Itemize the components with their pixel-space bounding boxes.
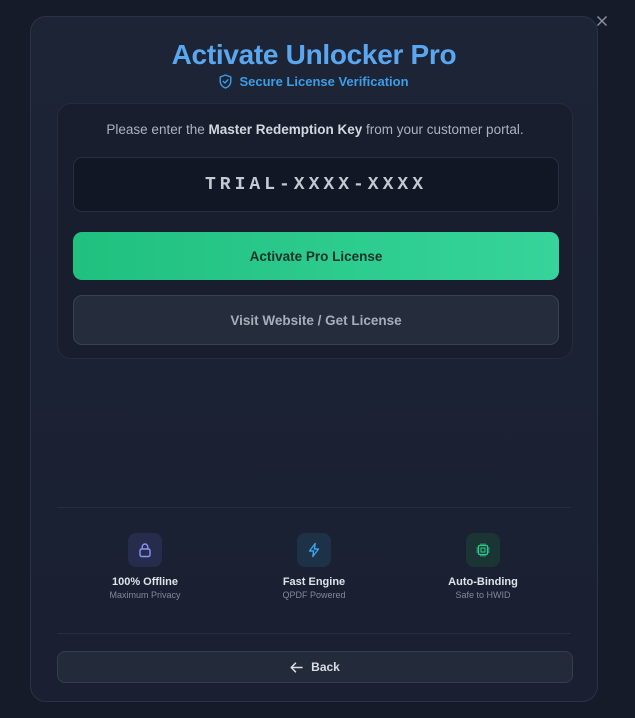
divider-top [57, 507, 571, 508]
close-icon [597, 16, 607, 26]
license-form-panel: Please enter the Master Redemption Key f… [57, 103, 573, 359]
instructions-key-name: Master Redemption Key [208, 122, 363, 137]
feature-title: 100% Offline [111, 576, 179, 588]
feature-fast-engine-icon-box [297, 533, 331, 567]
subtitle: Secure License Verification [31, 74, 597, 89]
lock-icon [139, 543, 151, 558]
instructions-suffix: from your customer portal. [362, 122, 524, 137]
feature-subtitle: Safe to HWID [455, 590, 511, 600]
instructions-prefix: Please enter the [106, 122, 209, 137]
back-button[interactable]: Back [57, 651, 573, 683]
feature-fast-engine: Fast Engine QPDF Powered [244, 533, 384, 600]
feature-offline-icon-box [128, 533, 162, 567]
lightning-icon [308, 542, 320, 558]
shield-check-icon [219, 74, 232, 89]
feature-title: Fast Engine [282, 576, 346, 588]
feature-subtitle: QPDF Powered [282, 590, 346, 600]
instructions-text: Please enter the Master Redemption Key f… [58, 122, 572, 137]
feature-subtitle: Maximum Privacy [109, 590, 181, 600]
activation-card: Activate Unlocker Pro Secure License Ver… [30, 16, 598, 702]
feature-auto-binding-icon-box [466, 533, 500, 567]
license-key-input[interactable] [73, 157, 559, 212]
back-button-label: Back [311, 660, 340, 674]
arrow-left-icon [290, 661, 303, 673]
feature-offline: 100% Offline Maximum Privacy [75, 533, 215, 600]
page-title: Activate Unlocker Pro [171, 39, 457, 70]
visit-website-button[interactable]: Visit Website / Get License [73, 295, 559, 345]
feature-auto-binding: Auto-Binding Safe to HWID [413, 533, 553, 600]
subtitle-text: Secure License Verification [239, 74, 409, 89]
cpu-chip-icon [476, 543, 490, 557]
feature-title: Auto-Binding [448, 576, 518, 588]
features-row: 100% Offline Maximum Privacy Fast Engine… [57, 533, 571, 600]
divider-bottom [57, 633, 571, 634]
activate-button[interactable]: Activate Pro License [73, 232, 559, 280]
